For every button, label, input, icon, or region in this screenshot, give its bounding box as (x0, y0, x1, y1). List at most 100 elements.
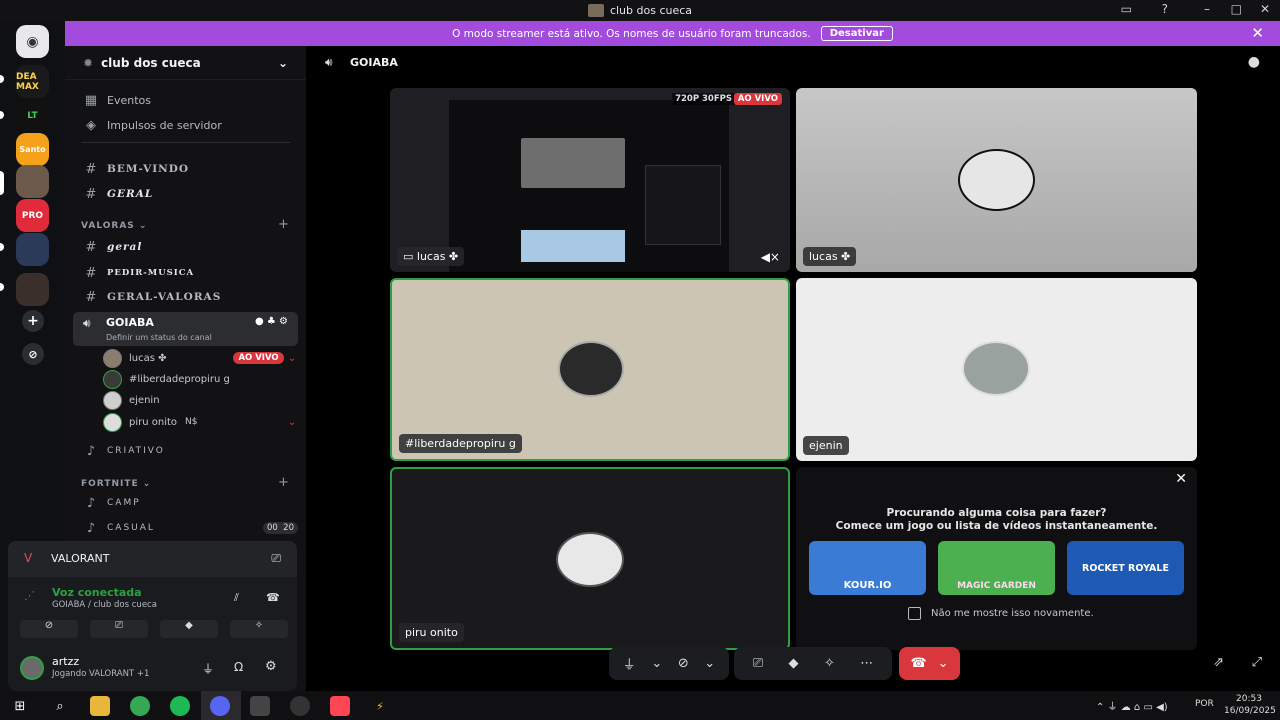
discord-home-icon[interactable]: ◉ (16, 25, 49, 58)
add-server-icon[interactable]: + (22, 310, 44, 332)
share-screen-icon[interactable]: ⎚ (271, 551, 281, 566)
app-icon-3[interactable]: ⚡ (370, 696, 390, 716)
activity-controls[interactable]: ⎚ ◆ ✧ ⋯ (734, 647, 892, 680)
server-icon-dea-max[interactable]: DEA MAX (16, 65, 49, 98)
spotify-icon[interactable] (170, 696, 190, 716)
activity-button[interactable]: ◆ (160, 620, 218, 638)
clock-date[interactable]: 16/09/2025 (1224, 706, 1276, 716)
voice-member[interactable]: ejenin (103, 390, 296, 410)
close-window-button[interactable]: ✕ (1260, 2, 1270, 16)
hang-up-icon[interactable]: ☎ (910, 656, 926, 671)
inbox-icon[interactable]: ▭ (1121, 2, 1132, 16)
activity-icon[interactable]: ◆ (789, 656, 799, 671)
disconnect-button[interactable]: ☎ ⌄ (899, 647, 960, 680)
close-icon[interactable]: ✕ (1175, 471, 1187, 487)
participant-tile[interactable]: ejenin (796, 278, 1197, 461)
server-folder-icon-2[interactable] (16, 273, 49, 306)
chrome-icon[interactable] (130, 696, 150, 716)
disable-streamer-button[interactable]: Desativar (820, 26, 893, 41)
voice-channel-actions[interactable]: ● ♣ ⚙ (255, 316, 288, 327)
chevron-down-icon[interactable]: ⌄ (938, 656, 949, 671)
game-card-rocket-royale[interactable]: ROCKET ROYALE (1067, 541, 1184, 595)
boosts-item[interactable]: ◈ Impulsos de servidor (73, 114, 298, 136)
tile-name: ▭ lucas ✤ (397, 247, 465, 266)
channel-criativo[interactable]: ♪ CRIATIVO (73, 440, 298, 462)
channel-bem-vindo[interactable]: # BEM-VINDO (73, 158, 298, 180)
channel-geral-lower[interactable]: # geral (73, 236, 298, 258)
channel-status[interactable]: Definir um status do canal (106, 333, 212, 342)
voice-channel-path[interactable]: GOIABA / club dos cueca (52, 600, 157, 610)
fullscreen-icon[interactable]: ⤢ (1252, 655, 1262, 670)
app-icon[interactable] (250, 696, 270, 716)
add-channel-icon[interactable]: + (278, 217, 289, 232)
tray-icons[interactable]: ⌃ ⏚ ☁ ⌂ ▭ ◀) (1096, 698, 1168, 713)
participant-tile[interactable]: piru onito (390, 467, 790, 650)
discord-taskbar-icon[interactable] (210, 696, 230, 716)
soundboard-icon[interactable]: ✧ (824, 656, 835, 671)
channel-geral-valoras[interactable]: # GERAL-VALORAS (73, 286, 298, 308)
noise-suppression-icon[interactable]: ⫽ (234, 591, 239, 605)
camera-off-icon[interactable]: ⊘ (678, 656, 689, 671)
stream-tile[interactable]: 720P 30FPS AO VIVO ▭ lucas ✤ ◀× (390, 88, 790, 272)
category-valoras[interactable]: VALORAS ⌄ (81, 221, 147, 231)
channel-casual[interactable]: ♪ CASUAL 00 20 (73, 517, 298, 539)
screen-share-icon[interactable]: ⎚ (753, 656, 763, 671)
category-fortnite[interactable]: FORTNITE ⌄ (81, 479, 151, 489)
voice-channel-goiaba[interactable]: 🔊︎ GOIABA Definir um status do canal ● ♣… (73, 312, 298, 346)
search-icon[interactable]: ⌕ (50, 696, 70, 716)
mic-icon[interactable]: ⏚ (202, 660, 214, 677)
channel-camp[interactable]: ♪ CAMP (73, 492, 298, 514)
events-item[interactable]: ▦ Eventos (73, 89, 298, 111)
screen-share-button[interactable]: ⎚ (90, 620, 148, 638)
avatar[interactable] (20, 656, 44, 680)
game-card-magic-garden[interactable]: MAGIC GARDEN (938, 541, 1055, 595)
headphones-icon[interactable]: Ω (234, 660, 243, 674)
mute-stream-icon[interactable]: ◀× (761, 250, 780, 264)
server-icon-lt[interactable]: LT (16, 99, 49, 132)
maximize-button[interactable]: □ (1231, 2, 1242, 16)
minimize-button[interactable]: – (1204, 2, 1210, 16)
server-folder-icon[interactable] (16, 233, 49, 266)
mic-icon[interactable]: ⏚ (623, 654, 636, 673)
server-icon-pro[interactable]: PRO (16, 199, 49, 232)
chat-bubble-icon[interactable]: ● (1248, 54, 1260, 70)
camera-off-button[interactable]: ⊘ (20, 620, 78, 638)
more-icon[interactable]: ⋯ (860, 656, 873, 671)
mic-control[interactable]: ⏚ ⌄ ⊘ ⌄ (609, 647, 729, 680)
participant-tile[interactable]: #liberdadepropiru g (390, 278, 790, 461)
server-header[interactable]: ✹ club dos cueca ⌄ (65, 46, 306, 80)
dont-show-checkbox[interactable] (908, 607, 921, 620)
calendar-icon: ▦ (84, 92, 98, 108)
server-icon-club-dos-cueca[interactable] (16, 165, 49, 198)
participant-tile[interactable]: lucas ✤ (796, 88, 1197, 272)
settings-gear-icon[interactable]: ⚙ (265, 659, 277, 674)
help-icon[interactable]: ? (1162, 2, 1168, 16)
pop-out-icon[interactable]: ⇗ (1213, 655, 1224, 670)
user-name[interactable]: artzz (52, 655, 79, 668)
soundboard-button[interactable]: ✧ (230, 620, 288, 638)
app-icon-2[interactable] (290, 696, 310, 716)
hash-icon: # (85, 265, 97, 281)
close-banner-icon[interactable]: ✕ (1251, 24, 1264, 42)
hash-icon: # (85, 161, 97, 177)
voice-status[interactable]: Voz conectada (52, 586, 142, 599)
channel-geral[interactable]: # GERAL (73, 183, 298, 205)
add-channel-icon[interactable]: + (278, 475, 289, 490)
voice-member[interactable]: lucas ✤ AO VIVO ⌄ (103, 348, 296, 368)
disconnect-icon[interactable]: ☎ (266, 591, 280, 604)
chevron-down-icon[interactable]: ⌄ (651, 656, 662, 671)
channel-pedir-musica[interactable]: # PEDIR-MUSICA (73, 262, 298, 284)
chevron-down-icon[interactable]: ⌄ (704, 656, 715, 671)
voice-member[interactable]: #liberdadepropiru g (103, 369, 296, 389)
file-explorer-icon[interactable] (90, 696, 110, 716)
activity-subtitle: Comece um jogo ou lista de vídeos instan… (835, 520, 1158, 532)
valorant-taskbar-icon[interactable] (330, 696, 350, 716)
explore-icon[interactable]: ⊘ (22, 343, 44, 365)
clock-time[interactable]: 20:53 (1236, 694, 1262, 704)
server-icon-santo[interactable]: Santo (16, 133, 49, 166)
input-language[interactable]: POR (1195, 699, 1214, 709)
channel-label: GERAL (107, 188, 154, 200)
game-card-kour[interactable]: KOUR.IO (809, 541, 926, 595)
voice-member[interactable]: piru onito N$ ⌄ (103, 412, 296, 432)
windows-start-icon[interactable]: ⊞ (10, 696, 30, 716)
